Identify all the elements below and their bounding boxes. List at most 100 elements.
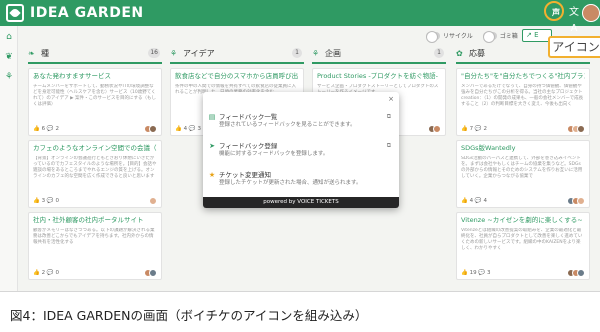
idea-card[interactable]: カフェのようなオンライン空間での会議（カ... 【背景】オンラインの会議進行とも…	[28, 140, 162, 208]
like-count: 4	[469, 198, 474, 204]
card-avatars	[144, 269, 157, 277]
column-title: 応募	[469, 48, 485, 58]
idea-card[interactable]: "自分たち"を"自分たちでつくる"社内ブランド... メンバーであるだけでなって…	[456, 68, 590, 136]
column-title: アイデア	[183, 48, 215, 58]
card-stats: 👍 3 💬 0	[33, 198, 59, 204]
plan-icon: ⚘	[312, 48, 320, 58]
card-avatars	[567, 197, 585, 205]
column-divider	[170, 62, 304, 64]
column-seed: ❧ 種 16 あなた発わすますサービス チームメンバーをサポートして、勤務状況や…	[28, 46, 162, 284]
card-title[interactable]: カフェのようなオンライン空間での会議（カ...	[33, 144, 157, 153]
card-title[interactable]: 社内・社外顧客の社内ポータルサイト	[33, 216, 157, 225]
comment-count: 0	[55, 270, 59, 276]
card-stats: 👍 4 💬 4	[461, 198, 487, 204]
card-avatars	[567, 269, 585, 277]
menu-item-ticket-notification[interactable]: ★ チケット変更通知 登録したチケットが更新された場合、通知が送られます。	[203, 168, 399, 192]
idea-card[interactable]: 社内・社外顧客の社内ポータルサイト 顧客がメモリーはなさつつある。以下の課題が解…	[28, 212, 162, 280]
app-header: IDEA GARDEN 声 文A	[0, 0, 600, 34]
card-stats: 👍 2 💬 0	[33, 270, 59, 276]
trash-toggle[interactable]	[482, 30, 497, 43]
column-divider	[312, 62, 446, 64]
recycle-toggle[interactable]	[426, 30, 440, 43]
column-divider	[28, 62, 162, 64]
filter-toggles: リサイクル ゴミ箱	[426, 30, 518, 43]
comment-count: 2	[55, 126, 59, 132]
idea-card[interactable]: あなた発わすますサービス チームメンバーをサポートして、勤務状況やITの環境調整…	[28, 68, 162, 136]
like-count: 7	[469, 126, 474, 132]
card-title[interactable]: Vitenze ~カイゼンを劇的に楽しくする~	[461, 216, 585, 225]
comment-count: 3	[486, 270, 491, 276]
card-stats: 👍 7 💬 2	[461, 126, 487, 132]
leaf-logo-icon	[6, 4, 24, 22]
card-title[interactable]: Product Stories -プロダクトを紡ぐ物語-	[317, 72, 441, 81]
idea-card[interactable]: SDGs版Wantedly SDGs活動のパーパスと連携して、外部を巻き込みイベ…	[456, 140, 590, 208]
close-icon[interactable]: ×	[388, 95, 394, 103]
like-count: 19	[469, 270, 477, 276]
like-count: 2	[41, 270, 46, 276]
column-divider	[456, 62, 590, 64]
menu-item-description: 登録されているフィードバックを見ることができます。	[219, 122, 356, 128]
card-stats: 👍 6 💬 2	[33, 126, 59, 132]
card-avatars	[144, 125, 157, 133]
menu-item-description: 登録したチケットが更新された場合、通知が送られます。	[219, 180, 362, 186]
card-title[interactable]: "自分たち"を"自分たちでつくる"社内ブランド...	[461, 72, 585, 81]
column-header: ❧ 種 16	[28, 46, 162, 60]
card-body: 顧客がメモリーはなさつつある。以下の課題が解決される業務は改善どこからでもアイデ…	[33, 228, 155, 245]
menu-item-feedback-register[interactable]: ➤ フィードバック登録 機能に対するフィードバックを登録します。 ⧉	[203, 139, 399, 163]
comment-count: 3	[197, 126, 201, 132]
seed-icon: ❧	[28, 48, 35, 58]
column-count-badge: 16	[148, 48, 160, 58]
icon-highlight-ring	[544, 1, 564, 21]
external-link-icon[interactable]: ⧉	[387, 142, 391, 150]
send-icon: ➤	[209, 142, 215, 150]
idea-card[interactable]: Vitenze ~カイゼンを劇的に楽しくする~ Vitenzeとは組織の改善提案…	[456, 212, 590, 280]
user-avatar[interactable]	[582, 4, 600, 22]
column-apply: ✿ 応募 1 "自分たち"を"自分たちでつくる"社内ブランド... メンバーであ…	[456, 46, 590, 284]
app-logo[interactable]: IDEA GARDEN	[6, 4, 144, 22]
card-body: Vitenzeとは組織の改善提案の取組みを、企業の最適化と最終化を、社員が自らプ…	[461, 228, 583, 251]
card-title[interactable]: 飲食店などで自分のスマホから店員呼び出し...	[175, 72, 299, 81]
home-icon[interactable]: ⌂	[4, 32, 14, 42]
card-avatars	[428, 125, 441, 133]
sprout-icon: ⚘	[170, 48, 178, 58]
avatar	[149, 269, 157, 277]
column-title: 企画	[325, 48, 341, 58]
column-title: 種	[41, 48, 49, 58]
card-stats: 👍 19 💬 3	[461, 270, 491, 276]
card-body: 【背景】オンラインの会議進行ともときおり休憩にいきたがっているのでカフェスタイル…	[33, 156, 157, 179]
column-count-badge: 1	[434, 48, 444, 58]
recycle-toggle-label: リサイクル	[443, 33, 473, 40]
like-count: 3	[41, 198, 46, 204]
column-header: ⚘ アイデア 1	[170, 46, 304, 60]
avatar	[577, 269, 585, 277]
trash-toggle-label: ゴミ箱	[499, 33, 518, 40]
list-icon: ▤	[208, 113, 216, 121]
flower-icon: ✿	[456, 48, 463, 58]
card-avatars	[567, 125, 585, 133]
like-count: 6	[41, 126, 46, 132]
card-stats: 👍 4 💬 3	[175, 126, 201, 132]
menu-item-description: 機能に対するフィードバックを登録します。	[219, 151, 329, 157]
card-body: チームメンバーをサポートして、勤務状況やITの環境調整などを身近可能性（ヘルスケ…	[33, 84, 157, 107]
card-title[interactable]: SDGs版Wantedly	[461, 144, 585, 153]
avatar	[433, 125, 441, 133]
menu-item-feedback-list[interactable]: ▤ フィードバック一覧 登録されているフィードバックを見ることができます。 ⧉	[203, 110, 399, 134]
card-avatars	[149, 197, 157, 205]
app-name: IDEA GARDEN	[30, 5, 144, 21]
comment-count: 4	[483, 198, 487, 204]
like-count: 4	[183, 126, 188, 132]
star-icon: ★	[208, 171, 216, 179]
figure-caption: 図4：IDEA GARDENの画面（ボイチケのアイコンを組み込み）	[10, 308, 368, 323]
voice-tickets-popup: × ▤ フィードバック一覧 登録されているフィードバックを見ることができます。 …	[203, 92, 399, 208]
leaf-icon[interactable]: ❦	[4, 52, 14, 62]
external-link-icon[interactable]: ⧉	[387, 113, 391, 121]
comment-count: 2	[483, 126, 487, 132]
sprout-nav-icon[interactable]: ⚘	[4, 72, 14, 82]
avatar	[149, 197, 157, 205]
app-screenshot: IDEA GARDEN 声 文A ⌂ ❦ ⚘ リサイクル ゴミ箱 ↗ E ❧ 種…	[0, 0, 600, 292]
card-title[interactable]: あなた発わすますサービス	[33, 72, 157, 81]
language-icon[interactable]: 文A	[566, 5, 582, 34]
comment-count: 0	[55, 198, 59, 204]
sidebar: ⌂ ❦ ⚘	[0, 26, 18, 291]
card-body: メンバーであるだけでなって、自身の持つ価値観、価値観や強みを自分たちがこの分析を…	[461, 84, 584, 107]
